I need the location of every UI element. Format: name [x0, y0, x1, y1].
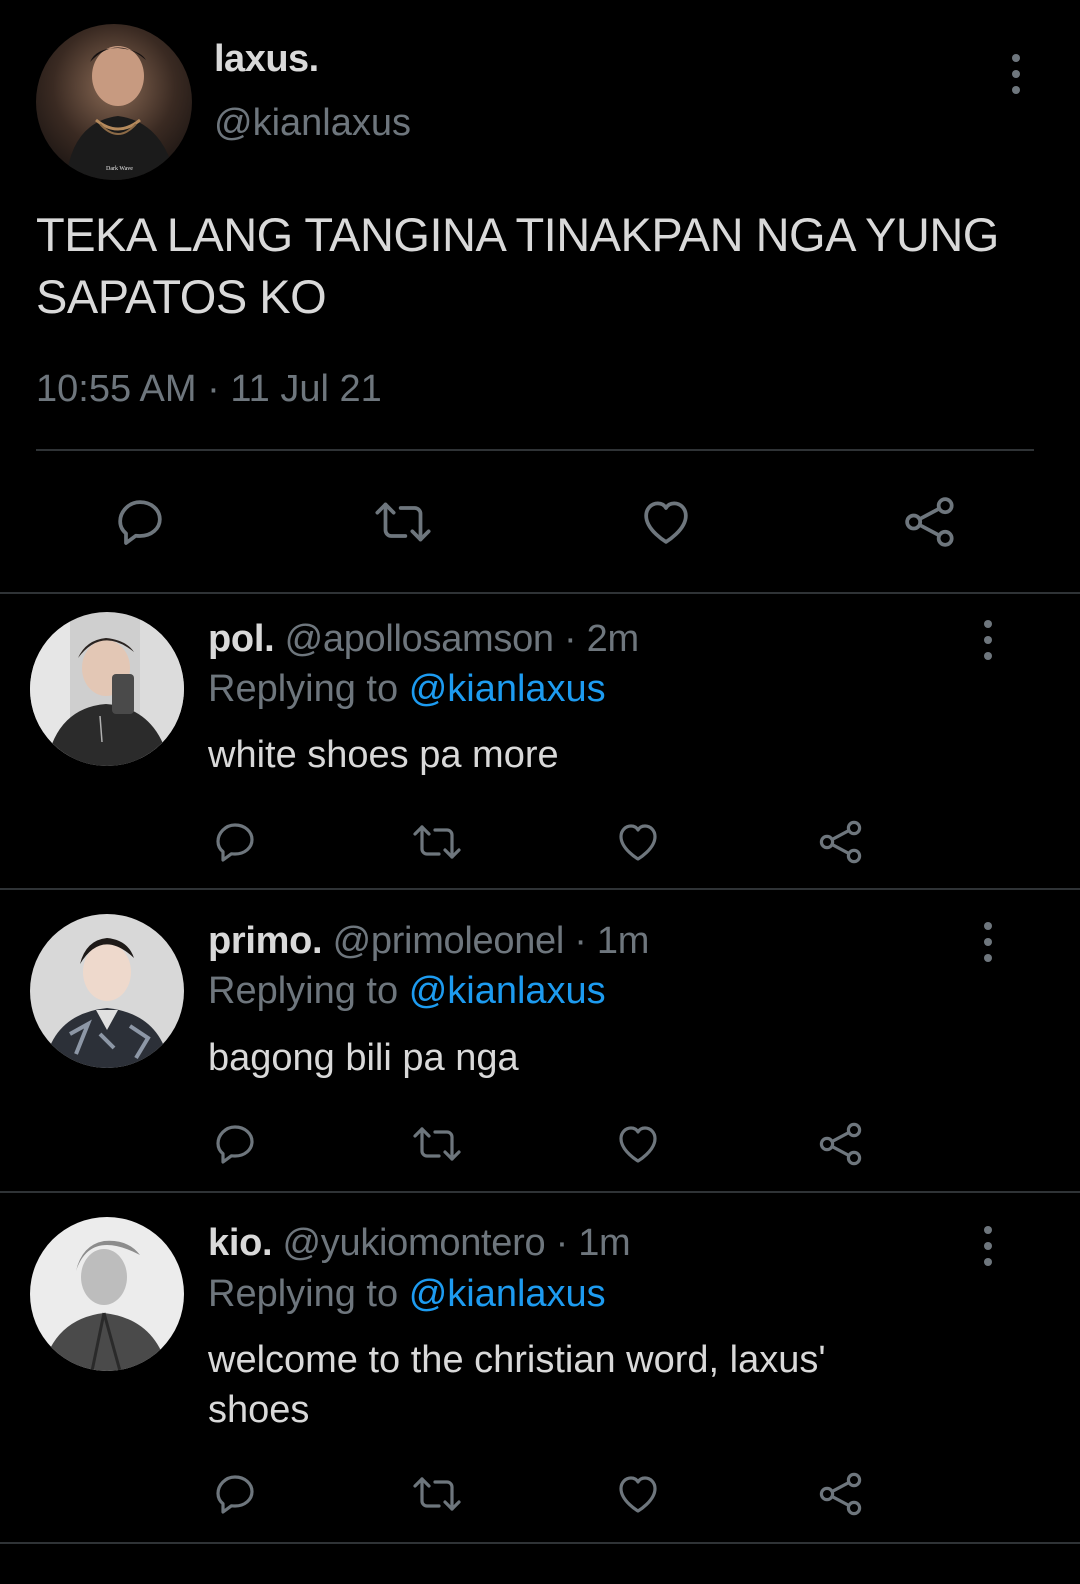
reply-author-handle[interactable]: @apollosamson — [285, 618, 554, 660]
reply-author-handle[interactable]: @yukiomontero — [283, 1222, 546, 1264]
reply-icon[interactable] — [211, 1470, 259, 1518]
more-icon[interactable] — [1004, 54, 1028, 94]
reply-time[interactable]: 2m — [587, 618, 640, 660]
reply-time[interactable]: 1m — [597, 920, 650, 962]
author-handle[interactable]: @kianlaxus — [214, 102, 411, 145]
author-name[interactable]: laxus. — [214, 38, 319, 81]
replying-to-label: Replying to — [208, 970, 399, 1012]
replying-to-mention[interactable]: @kianlaxus — [409, 1273, 606, 1315]
separator-dot: · — [574, 920, 587, 962]
share-icon[interactable] — [817, 1120, 865, 1168]
retweet-icon[interactable] — [372, 494, 434, 550]
separator-dot: · — [555, 1222, 569, 1264]
reply-header: pol. @apollosamson · 2m — [208, 618, 639, 661]
divider — [0, 592, 1080, 594]
reply-author-name[interactable]: primo. — [208, 920, 323, 962]
tweet-text: TEKA LANG TANGINA TINAKPAN NGA YUNG SAPA… — [36, 208, 999, 323]
reply-icon[interactable] — [112, 494, 168, 550]
share-icon[interactable] — [817, 1470, 865, 1518]
main-tweet: Dark Wave laxus. @kianlaxus TEKA LANG TA… — [0, 0, 1080, 597]
heart-icon[interactable] — [638, 494, 694, 550]
avatar[interactable] — [30, 612, 184, 766]
more-icon[interactable] — [976, 922, 1000, 962]
replying-to-label: Replying to — [208, 668, 399, 710]
replying-to: Replying to @kianlaxus — [208, 1273, 606, 1316]
reply-header: primo. @primoleonel · 1m — [208, 920, 649, 963]
share-icon[interactable] — [902, 494, 958, 550]
divider — [0, 888, 1080, 890]
heart-icon[interactable] — [614, 1120, 662, 1168]
more-icon[interactable] — [976, 620, 1000, 660]
reply-author-name[interactable]: pol. — [208, 618, 275, 660]
retweet-icon[interactable] — [410, 1470, 464, 1518]
replying-to-label: Replying to — [208, 1273, 399, 1315]
replying-to-mention[interactable]: @kianlaxus — [409, 668, 606, 710]
svg-text:Dark Wave: Dark Wave — [106, 166, 133, 172]
retweet-icon[interactable] — [410, 1120, 464, 1168]
replying-to-mention[interactable]: @kianlaxus — [409, 970, 606, 1012]
reply-text: welcome to the christian word, laxus' sh… — [208, 1339, 826, 1431]
divider — [0, 1191, 1080, 1193]
heart-icon[interactable] — [614, 1470, 662, 1518]
reply-author-name[interactable]: kio. — [208, 1222, 273, 1264]
reply-icon[interactable] — [211, 1120, 259, 1168]
share-icon[interactable] — [817, 818, 865, 866]
divider — [36, 449, 1034, 451]
avatar[interactable]: Dark Wave — [36, 24, 192, 180]
separator-dot: · — [564, 618, 577, 660]
reply-time[interactable]: 1m — [578, 1222, 631, 1264]
reply-author-handle[interactable]: @primoleonel — [333, 920, 565, 962]
heart-icon[interactable] — [614, 818, 662, 866]
replying-to: Replying to @kianlaxus — [208, 668, 606, 711]
more-icon[interactable] — [976, 1226, 1000, 1266]
avatar[interactable] — [30, 914, 184, 1068]
retweet-icon[interactable] — [410, 818, 464, 866]
reply-text: bagong bili pa nga — [208, 1037, 519, 1079]
replying-to: Replying to @kianlaxus — [208, 970, 606, 1013]
reply-text: white shoes pa more — [208, 734, 559, 776]
reply-icon[interactable] — [211, 818, 259, 866]
divider — [0, 1542, 1080, 1544]
avatar[interactable] — [30, 1217, 184, 1371]
tweet-timestamp[interactable]: 10:55 AM · 11 Jul 21 — [36, 368, 382, 411]
reply-header: kio. @yukiomontero · 1m — [208, 1222, 631, 1265]
